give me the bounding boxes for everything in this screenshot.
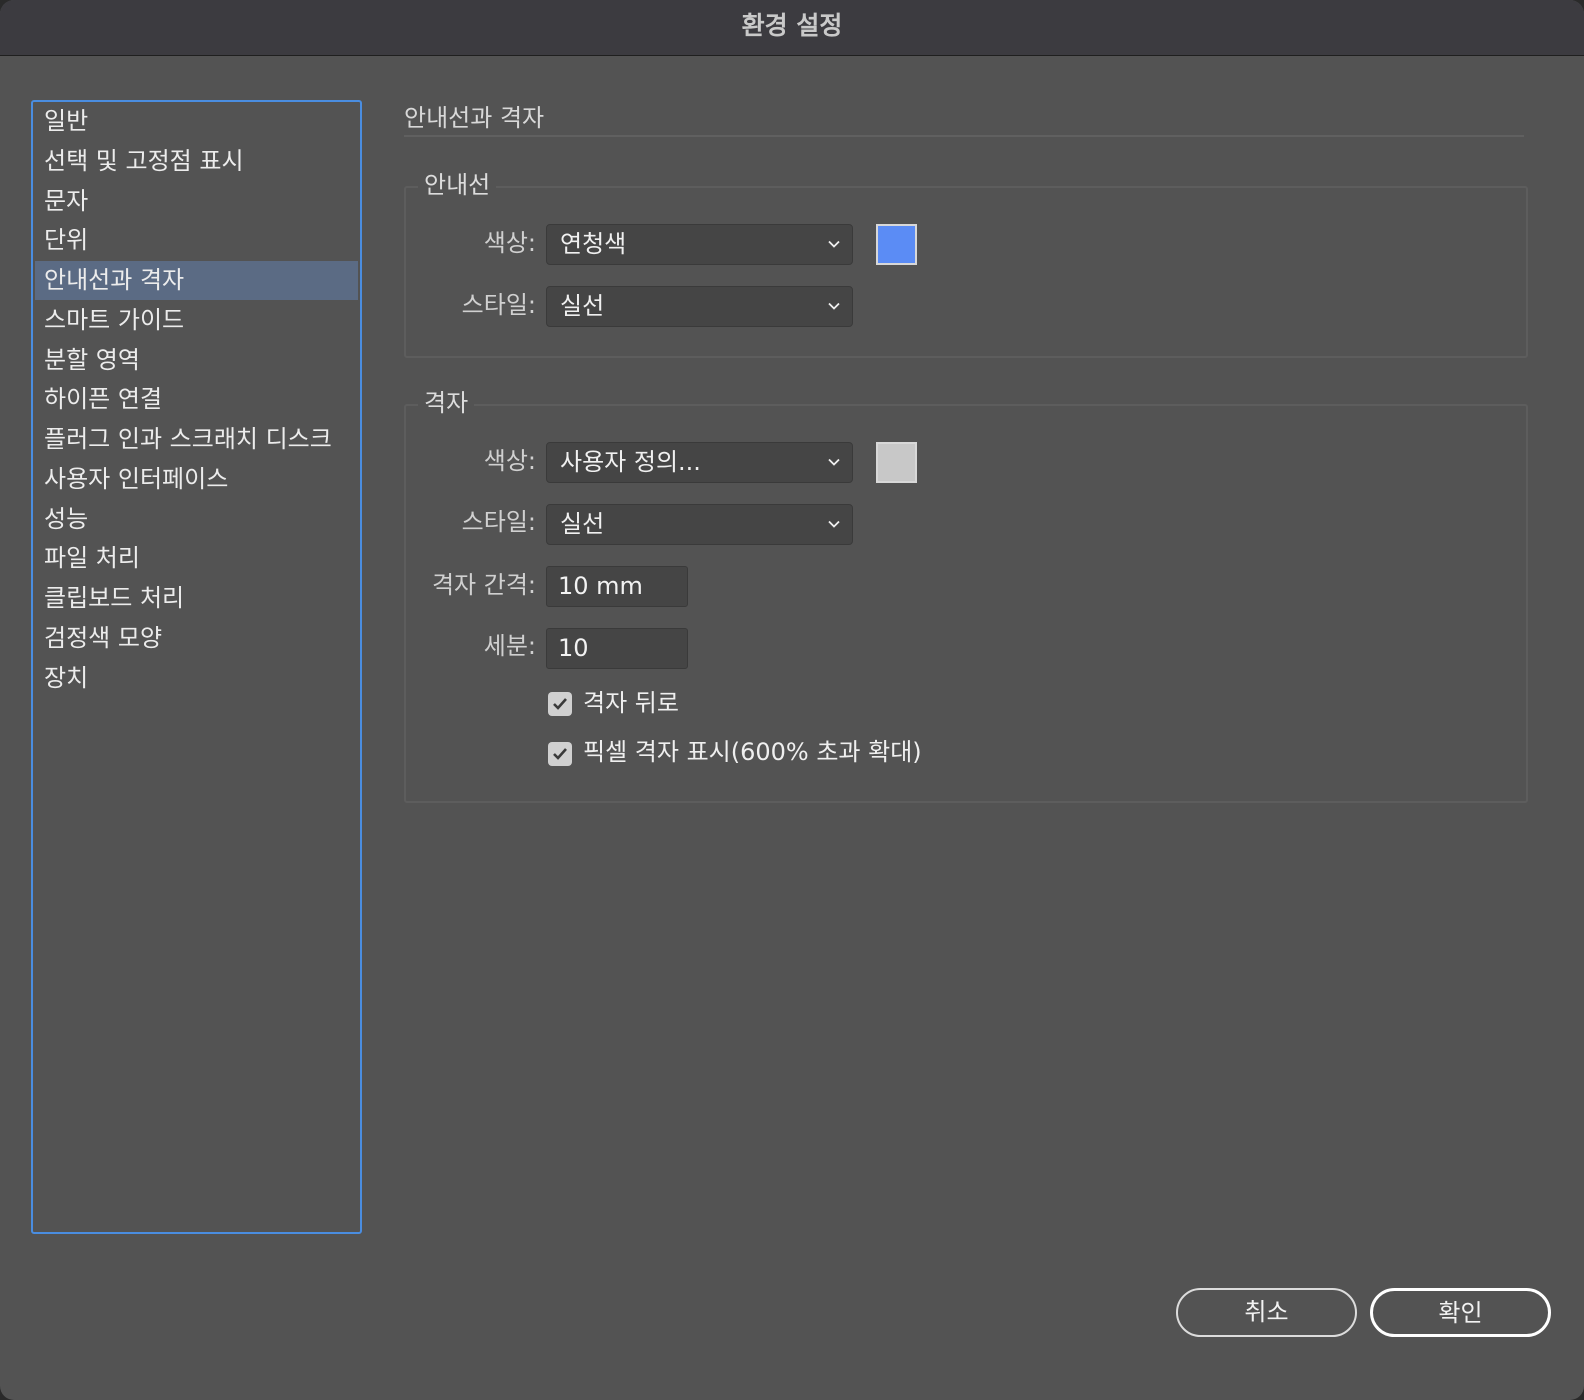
checkmark-icon (553, 698, 567, 710)
page-title: 안내선과 격자 (404, 104, 545, 132)
title-divider (404, 135, 1524, 137)
sidebar-item-performance[interactable]: 성능 (35, 500, 358, 539)
sidebar-item-slices[interactable]: 분할 영역 (35, 341, 358, 380)
pixel-grid-checkbox[interactable] (548, 742, 572, 766)
guides-color-value: 연청색 (560, 230, 627, 258)
sidebar-item-hyphenation[interactable]: 하이픈 연결 (35, 380, 358, 419)
sidebar-item-type[interactable]: 문자 (35, 182, 358, 221)
sidebar-item-black-appearance[interactable]: 검정색 모양 (35, 619, 358, 658)
grid-group-title: 격자 (418, 388, 475, 418)
sidebar-item-clipboard-handling[interactable]: 클립보드 처리 (35, 579, 358, 618)
sidebar-item-plugins-scratch-disks[interactable]: 플러그 인과 스크래치 디스크 (35, 420, 358, 459)
grid-style-select[interactable]: 실선 (546, 504, 853, 545)
guides-group-title: 안내선 (418, 170, 497, 200)
grid-color-swatch[interactable] (876, 442, 917, 483)
grid-style-value: 실선 (560, 510, 605, 538)
sidebar-item-selection-anchor-display[interactable]: 선택 및 고정점 표시 (35, 142, 358, 181)
guides-style-select[interactable]: 실선 (546, 286, 853, 327)
sidebar-item-units[interactable]: 단위 (35, 221, 358, 260)
cancel-button[interactable]: 취소 (1176, 1288, 1357, 1337)
grid-color-label: 색상: (483, 447, 536, 475)
guides-color-label: 색상: (483, 229, 536, 257)
grid-style-label: 스타일: (461, 508, 536, 536)
guides-group (404, 186, 1528, 358)
pixel-grid-label[interactable]: 픽셀 격자 표시(600% 초과 확대) (583, 737, 922, 767)
sidebar-item-file-handling[interactable]: 파일 처리 (35, 539, 358, 578)
grids-in-back-checkbox[interactable] (548, 692, 572, 716)
ok-button[interactable]: 확인 (1370, 1288, 1551, 1337)
sidebar-item-devices[interactable]: 장치 (35, 659, 358, 698)
guides-color-select[interactable]: 연청색 (546, 224, 853, 265)
sidebar-item-smart-guides[interactable]: 스마트 가이드 (35, 301, 358, 340)
sidebar-item-user-interface[interactable]: 사용자 인터페이스 (35, 460, 358, 499)
chevron-down-icon (828, 240, 840, 248)
window-title: 환경 설정 (0, 0, 1584, 56)
grid-spacing-field[interactable]: 10 mm (546, 566, 688, 607)
category-list[interactable]: 일반 선택 및 고정점 표시 문자 단위 안내선과 격자 스마트 가이드 분할 … (31, 100, 362, 1234)
guides-style-label: 스타일: (461, 291, 536, 319)
grids-in-back-label[interactable]: 격자 뒤로 (583, 688, 679, 718)
chevron-down-icon (828, 302, 840, 310)
chevron-down-icon (828, 520, 840, 528)
grid-color-select[interactable]: 사용자 정의... (546, 442, 853, 483)
sidebar-item-general[interactable]: 일반 (35, 102, 358, 141)
grid-spacing-label: 격자 간격: (431, 571, 536, 599)
preferences-dialog: 환경 설정 일반 선택 및 고정점 표시 문자 단위 안내선과 격자 스마트 가… (0, 0, 1584, 1400)
subdivision-field[interactable]: 10 (546, 628, 688, 669)
subdivision-label: 세분: (483, 632, 536, 660)
guides-style-value: 실선 (560, 292, 605, 320)
guides-color-swatch[interactable] (876, 224, 917, 265)
grid-color-value: 사용자 정의... (560, 448, 701, 476)
chevron-down-icon (828, 458, 840, 466)
sidebar-item-guides-grid[interactable]: 안내선과 격자 (35, 261, 358, 300)
checkmark-icon (553, 748, 567, 760)
